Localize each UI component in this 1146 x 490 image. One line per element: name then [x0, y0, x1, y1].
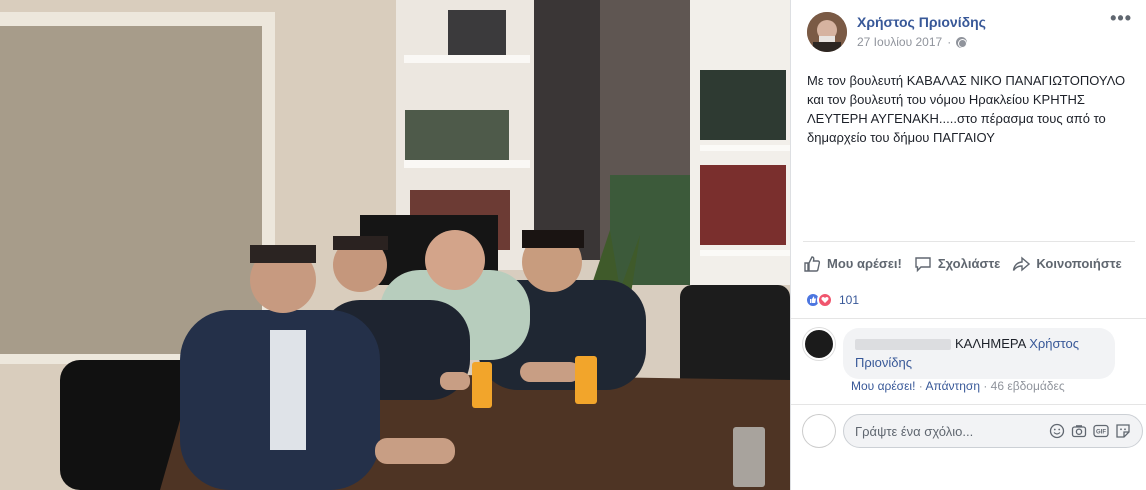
author-avatar-image — [807, 12, 847, 52]
globe-icon[interactable] — [956, 36, 968, 48]
gif-icon-label: GIF — [1096, 430, 1106, 436]
post-header: Χρήστος Πριονίδης 27 Ιουλίου 2017 · — [807, 12, 986, 52]
share-button[interactable]: Κοινοποιήστε — [1012, 255, 1122, 273]
like-label: Μου αρέσει! — [827, 256, 902, 271]
comment-meta-separator: · — [915, 379, 926, 393]
smiley-icon[interactable] — [1049, 423, 1065, 439]
photo-illustration — [0, 0, 790, 490]
gif-icon[interactable]: GIF — [1093, 423, 1109, 439]
speech-bubble-icon — [915, 256, 931, 272]
comment-reply-link[interactable]: Απάντηση — [925, 379, 980, 393]
author-avatar[interactable] — [807, 12, 847, 52]
comment-composer: GIF — [803, 414, 1143, 448]
comment-time[interactable]: 46 εβδομάδες — [991, 379, 1065, 393]
comment-like-link[interactable]: Μου αρέσει! — [851, 379, 915, 393]
comment-bubble: ΚΑΛΗΜΕΡΑ Χρήστος Πριονίδης — [843, 328, 1115, 379]
divider-2 — [791, 404, 1146, 405]
comment-item: ΚΑΛΗΜΕΡΑ Χρήστος Πριονίδης — [803, 328, 1115, 379]
post-photo[interactable] — [0, 0, 790, 490]
post-date[interactable]: 27 Ιουλίου 2017 — [857, 35, 942, 49]
author-name[interactable]: Χρήστος Πριονίδης — [857, 14, 986, 30]
comment-meta-separator-2: · — [980, 379, 991, 393]
reactions-count: 101 — [839, 293, 860, 307]
more-options-button[interactable]: ••• — [1110, 9, 1132, 27]
post-text: Με τον βουλευτή ΚΑΒΑΛΑΣ ΝΙΚΟ ΠΑΝΑΓΙΩΤΟΠΟ… — [807, 73, 1126, 145]
comment-input-box[interactable]: GIF — [843, 414, 1143, 448]
current-user-avatar — [803, 415, 835, 447]
commenter-avatar[interactable] — [803, 328, 835, 360]
sticker-icon[interactable] — [1115, 423, 1131, 439]
comment-meta: Μου αρέσει! · Απάντηση · 46 εβδομάδες — [851, 379, 1065, 393]
love-reaction-icon — [817, 292, 833, 308]
comment-input[interactable] — [855, 423, 1045, 439]
post-actions: Μου αρέσει! Σχολιάστε Κοινοποιήστε — [803, 241, 1135, 285]
comment-text: ΚΑΛΗΜΕΡΑ — [955, 336, 1026, 351]
divider — [791, 318, 1146, 319]
comment-label: Σχολιάστε — [937, 256, 1001, 271]
camera-icon[interactable] — [1071, 423, 1087, 439]
comment-button[interactable]: Σχολιάστε — [914, 255, 1000, 273]
commenter-name-redacted[interactable] — [855, 339, 951, 351]
like-button[interactable]: Μου αρέσει! — [803, 255, 902, 273]
share-label: Κοινοποιήστε — [1036, 256, 1122, 271]
share-arrow-icon — [1013, 255, 1031, 272]
thumbs-up-icon — [804, 255, 821, 272]
post-side-panel: Χρήστος Πριονίδης 27 Ιουλίου 2017 · ••• … — [790, 0, 1146, 490]
reactions-summary[interactable]: 101 — [805, 292, 859, 308]
